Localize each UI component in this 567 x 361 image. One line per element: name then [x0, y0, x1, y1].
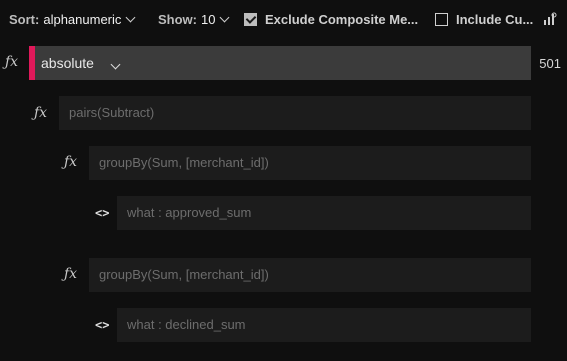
- toolbar: Sort: alphanumeric Show: 10 Exclude Comp…: [0, 0, 567, 42]
- exclude-composite-toggle[interactable]: Exclude Composite Me...: [244, 12, 418, 27]
- code-icon: <>: [95, 318, 110, 332]
- include-custom-label: Include Cu...: [456, 12, 534, 27]
- result-count: 501: [539, 56, 561, 71]
- tree-leaf-declined-sum[interactable]: what : declined_sum: [117, 308, 531, 342]
- chevron-down-icon: [220, 12, 230, 23]
- leaf-label: what : approved_sum: [127, 205, 252, 220]
- show-dropdown[interactable]: Show: 10: [158, 12, 230, 27]
- checkbox-unchecked-icon[interactable]: [435, 13, 448, 26]
- leaf-label: what : declined_sum: [127, 317, 246, 332]
- sort-label: Sort:: [9, 12, 40, 27]
- tree-node-root[interactable]: absolute: [29, 46, 531, 80]
- chevron-down-icon: [125, 12, 136, 23]
- tree-leaf-approved-sum[interactable]: what : approved_sum: [117, 196, 531, 230]
- tree-node-groupby-1[interactable]: groupBy(Sum, [merchant_id]): [89, 146, 531, 180]
- function-icon: ƒx: [64, 154, 78, 170]
- node-label: groupBy(Sum, [merchant_id]): [99, 267, 269, 282]
- tree-node-pairs[interactable]: pairs(Subtract): [59, 96, 531, 130]
- show-label: Show:: [158, 12, 197, 27]
- node-label: pairs(Subtract): [69, 105, 155, 120]
- chart-settings-icon[interactable]: [543, 12, 557, 29]
- node-label: absolute: [41, 55, 94, 71]
- node-label: groupBy(Sum, [merchant_id]): [99, 155, 269, 170]
- exclude-composite-label: Exclude Composite Me...: [265, 12, 419, 27]
- sort-value: alphanumeric: [43, 12, 122, 27]
- show-value: 10: [201, 12, 216, 27]
- chevron-down-icon[interactable]: [110, 59, 121, 70]
- code-icon: <>: [95, 206, 110, 220]
- function-icon: ƒx: [5, 54, 19, 70]
- sort-dropdown[interactable]: Sort: alphanumeric: [9, 12, 136, 27]
- function-icon: ƒx: [64, 266, 78, 282]
- function-icon: ƒx: [34, 105, 48, 121]
- checkbox-checked-icon[interactable]: [244, 13, 257, 26]
- tree-node-groupby-2[interactable]: groupBy(Sum, [merchant_id]): [89, 258, 531, 292]
- include-custom-toggle[interactable]: Include Cu...: [435, 12, 533, 27]
